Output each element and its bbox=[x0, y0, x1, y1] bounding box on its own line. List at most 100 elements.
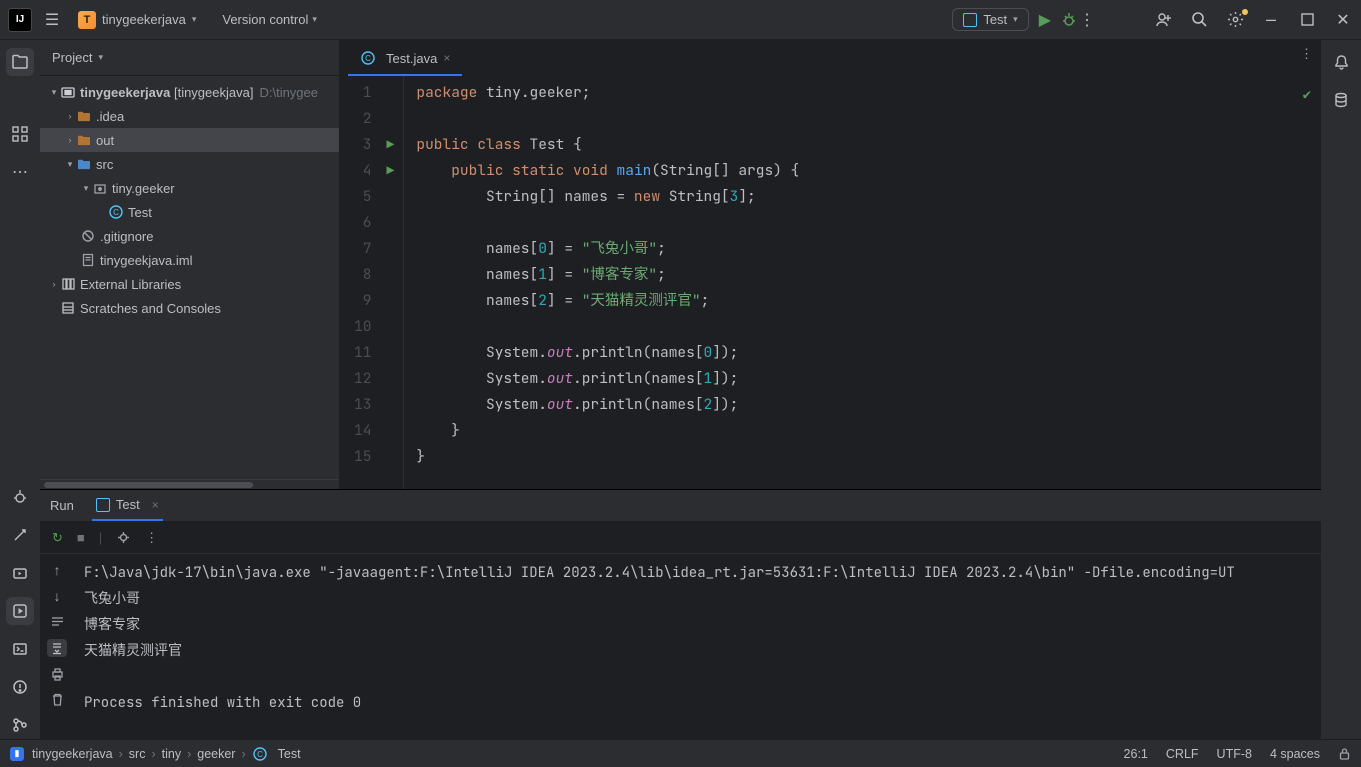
module-name: tinygeekerjava bbox=[80, 85, 170, 100]
build-tool-button[interactable] bbox=[6, 521, 34, 549]
tree-root-module[interactable]: ▾ tinygeekerjava [tinygeekjava] D:\tinyg… bbox=[40, 80, 339, 104]
scroll-to-end-icon[interactable] bbox=[47, 639, 67, 657]
tab-more-icon[interactable]: ⋮ bbox=[1300, 46, 1313, 62]
code-editor[interactable]: ✔ 1 2 3 4 5 6 7 8 9 10 bbox=[340, 76, 1321, 489]
code-with-me-icon[interactable] bbox=[1153, 11, 1173, 29]
run-line-icon[interactable]: ▶ bbox=[387, 158, 395, 184]
code-content[interactable]: package tiny.geeker; public class Test {… bbox=[404, 76, 1321, 489]
problems-tool-button[interactable] bbox=[6, 673, 34, 701]
stop-icon[interactable]: ■ bbox=[77, 530, 85, 545]
folder-label: .idea bbox=[96, 109, 124, 124]
vcs-label: Version control bbox=[222, 12, 308, 27]
file-encoding[interactable]: UTF-8 bbox=[1217, 747, 1252, 761]
line-number: 5 bbox=[354, 184, 371, 210]
label: Scratches and Consoles bbox=[80, 301, 221, 316]
line-number: 3 bbox=[354, 132, 371, 158]
git-tool-button[interactable] bbox=[6, 711, 34, 739]
project-letter-icon: T bbox=[78, 11, 96, 29]
close-run-tab-icon[interactable]: × bbox=[152, 498, 159, 512]
tree-scratches[interactable]: Scratches and Consoles bbox=[40, 296, 339, 320]
tree-gitignore[interactable]: .gitignore bbox=[40, 224, 339, 248]
run-toolbar: ↻ ■ | ⋮ bbox=[40, 522, 1321, 554]
tree-iml[interactable]: tinygeekjava.iml bbox=[40, 248, 339, 272]
vcs-dropdown[interactable]: Version control ▾ bbox=[214, 10, 325, 29]
more-run-actions-icon[interactable]: ⋮ bbox=[145, 530, 158, 546]
breadcrumbs[interactable]: ▮ tinygeekerjava › src › tiny › geeker ›… bbox=[10, 747, 301, 761]
line-number: 6 bbox=[354, 210, 371, 236]
file-label: tinygeekjava.iml bbox=[100, 253, 193, 268]
tab-label: Test.java bbox=[386, 51, 437, 66]
run-line-icon[interactable]: ▶ bbox=[387, 132, 395, 158]
run-tab[interactable]: Test × bbox=[92, 491, 163, 521]
database-tool-button[interactable] bbox=[1327, 86, 1355, 114]
tree-package[interactable]: ▾ tiny.geeker bbox=[40, 176, 339, 200]
project-tool-button[interactable] bbox=[6, 48, 34, 76]
caret-position[interactable]: 26:1 bbox=[1124, 747, 1148, 761]
main-area: ⋯ Project ▾ bbox=[0, 40, 1361, 739]
package-label: tiny.geeker bbox=[112, 181, 175, 196]
editor-tab[interactable]: C Test.java × bbox=[348, 42, 462, 76]
delete-icon[interactable] bbox=[50, 692, 65, 707]
ide-logo: IJ bbox=[8, 8, 32, 32]
chevron-down-icon: ▾ bbox=[98, 52, 103, 63]
project-selector[interactable]: T tinygeekerjava ▾ bbox=[72, 9, 202, 31]
horizontal-scrollbar[interactable] bbox=[44, 482, 253, 488]
tree-out-folder[interactable]: › out bbox=[40, 128, 339, 152]
soft-wrap-icon[interactable] bbox=[50, 614, 65, 629]
rerun-icon[interactable]: ↻ bbox=[52, 530, 63, 546]
line-number: 14 bbox=[354, 418, 371, 444]
svg-text:C: C bbox=[365, 54, 371, 63]
left-tool-rail: ⋯ bbox=[0, 40, 40, 739]
run-config-icon bbox=[96, 498, 110, 512]
tree-idea-folder[interactable]: › .idea bbox=[40, 104, 339, 128]
topbar: IJ ☰ T tinygeekerjava ▾ Version control … bbox=[0, 0, 1361, 40]
tree-ext-libs[interactable]: › External Libraries bbox=[40, 272, 339, 296]
tree-src-folder[interactable]: ▾ src bbox=[40, 152, 339, 176]
close-window-icon[interactable]: ✕ bbox=[1333, 10, 1353, 30]
debug-tool-button[interactable] bbox=[6, 483, 34, 511]
module-alias: [tinygeekjava] bbox=[174, 85, 254, 100]
run-config-icon bbox=[963, 13, 977, 27]
folder-label: out bbox=[96, 133, 114, 148]
line-number: 1 bbox=[354, 80, 371, 106]
run-tool-button[interactable] bbox=[6, 597, 34, 625]
maximize-icon[interactable] bbox=[1297, 13, 1317, 26]
line-number: 13 bbox=[354, 392, 371, 418]
terminal-tool-button[interactable] bbox=[6, 635, 34, 663]
main-menu-icon[interactable]: ☰ bbox=[42, 10, 62, 30]
project-panel-title: Project bbox=[52, 50, 92, 65]
readonly-lock-icon[interactable] bbox=[1338, 747, 1351, 760]
indent-setting[interactable]: 4 spaces bbox=[1270, 747, 1320, 761]
crumb[interactable]: src bbox=[129, 747, 146, 761]
down-icon[interactable]: ↓ bbox=[54, 588, 61, 604]
debug-button[interactable] bbox=[1061, 12, 1077, 28]
run-button[interactable]: ▶ bbox=[1039, 10, 1051, 30]
tree-class[interactable]: C Test bbox=[40, 200, 339, 224]
inspection-ok-icon[interactable]: ✔ bbox=[1303, 82, 1311, 108]
module-icon: ▮ bbox=[10, 747, 24, 761]
crumb[interactable]: tiny bbox=[162, 747, 181, 761]
minimize-icon[interactable]: – bbox=[1261, 9, 1281, 30]
services-tool-button[interactable] bbox=[6, 559, 34, 587]
crumb[interactable]: Test bbox=[278, 747, 301, 761]
notifications-tool-button[interactable] bbox=[1327, 48, 1355, 76]
dump-icon[interactable] bbox=[116, 530, 131, 545]
up-icon[interactable]: ↑ bbox=[54, 562, 61, 578]
run-config-label: Test bbox=[983, 12, 1007, 27]
more-actions-icon[interactable]: ⋮ bbox=[1077, 10, 1097, 30]
close-tab-icon[interactable]: × bbox=[443, 51, 450, 65]
settings-icon[interactable] bbox=[1225, 11, 1245, 28]
crumb[interactable]: geeker bbox=[197, 747, 235, 761]
print-icon[interactable] bbox=[50, 667, 65, 682]
run-config-selector[interactable]: Test ▾ bbox=[952, 8, 1028, 31]
line-separator[interactable]: CRLF bbox=[1166, 747, 1199, 761]
search-icon[interactable] bbox=[1189, 11, 1209, 28]
editor-gutter: 1 2 3 4 5 6 7 8 9 10 11 12 13 bbox=[340, 76, 404, 489]
module-path: D:\tinygee bbox=[259, 85, 318, 100]
console-output[interactable]: F:\Java\jdk-17\bin\java.exe "-javaagent:… bbox=[74, 554, 1321, 739]
more-tool-button[interactable]: ⋯ bbox=[6, 158, 34, 186]
crumb[interactable]: tinygeekerjava bbox=[32, 747, 113, 761]
structure-tool-button[interactable] bbox=[6, 120, 34, 148]
project-panel-header[interactable]: Project ▾ bbox=[40, 40, 339, 76]
line-number: 10 bbox=[354, 314, 371, 340]
